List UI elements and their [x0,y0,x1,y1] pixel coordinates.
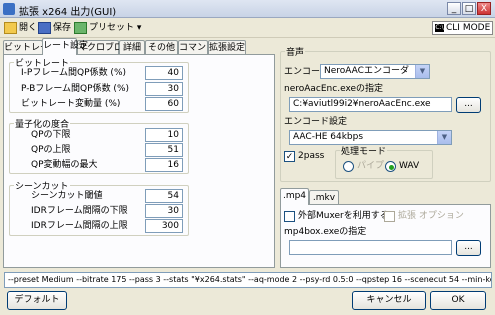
default-button[interactable]: デフォルト [7,291,67,310]
ip-ratio-input[interactable]: 40 [145,66,183,80]
tab-bitrate[interactable]: ビットレート [3,40,58,55]
title-bar: 拡張 x264 出力(GUI) _ □ X [0,0,495,18]
save-button[interactable]: 保存 [36,20,73,36]
qp-min-input[interactable]: 10 [145,128,183,142]
qp-step-label: QP変動幅の最大 [31,160,98,170]
preset-button[interactable]: プリセット ▾ [72,20,143,36]
qp-max-input[interactable]: 51 [145,143,183,157]
scenecut-threshold-label: シーンカット閾値 [31,191,103,201]
ext-option-checkbox[interactable] [384,211,395,222]
chevron-down-icon: ▾ [136,23,142,33]
encode-settings-value: AAC-HE 64kbps [293,132,364,142]
mux-exe-path[interactable] [289,240,452,255]
encode-settings-select[interactable]: AAC-HE 64kbps ▼ [289,130,452,145]
tab-rate-settings[interactable]: レート設定 [42,38,88,55]
audio-encoder-select[interactable]: NeroAACエンコーダ ▼ [320,64,430,79]
preset-label: プリセット [89,23,135,33]
scenecut-threshold-input[interactable]: 54 [145,189,183,203]
mode-legend: 処理モード [341,147,387,157]
bitrate-var-input[interactable]: 60 [145,97,183,111]
pb-ratio-input[interactable]: 30 [145,82,183,96]
qp-min-label: QPの下限 [31,130,71,140]
audio-encoder-value: NeroAACエンコーダ [324,66,409,76]
cancel-button[interactable]: キャンセル [352,291,426,310]
qp-max-label: QPの上限 [31,145,71,155]
cli-icon: C:\ [435,23,444,32]
chevron-down-icon: ▼ [437,131,451,144]
cli-mode-label: CLI MODE [446,23,491,33]
tab-mkv[interactable]: .mkv [309,190,339,205]
external-muxer-label: 外部Muxerを利用する [298,211,389,221]
ok-button[interactable]: OK [430,291,486,310]
tab-other[interactable]: その他 [145,40,178,55]
toolbar: 開く 保存 プリセット ▾ C:\ CLI MODE [0,18,495,38]
tab-mp4[interactable]: .mp4 [280,188,309,205]
minimize-button[interactable]: _ [447,2,461,15]
bitrate-var-label: ビットレート変動量 (%) [21,99,121,109]
audio-browse-button[interactable]: ... [456,97,481,113]
twopass-checkbox[interactable]: ✓ [284,151,295,162]
mode-pipe-radio[interactable] [343,161,354,172]
mode-wav-label: WAV [399,161,420,171]
qp-step-input[interactable]: 16 [145,158,183,172]
ip-ratio-label: I-Pフレーム間QP係数 (%) [21,68,127,78]
tab-detail[interactable]: 詳細 [119,40,145,55]
folder-icon [4,21,17,34]
cli-mode-button[interactable]: C:\ CLI MODE [432,21,493,35]
encode-settings-label: エンコード設定 [284,117,348,127]
maximize-button[interactable]: □ [462,2,476,15]
tab-command[interactable]: コマンド [178,40,215,55]
min-keyint-label: IDRフレーム間隔の下限 [31,206,128,216]
audio-exe-path[interactable]: C:¥aviutl99i2¥neroAacEnc.exe [289,97,452,112]
mux-browse-button[interactable]: ... [456,240,481,256]
chevron-down-icon: ▼ [415,65,429,78]
mode-wav-radio[interactable] [385,161,396,172]
app-icon [3,3,15,15]
save-label: 保存 [53,23,72,33]
command-line-field[interactable]: --preset Medium --bitrate 175 --pass 3 -… [4,272,492,288]
preset-icon [74,21,87,34]
min-keyint-input[interactable]: 30 [145,204,183,218]
open-label: 開く [19,23,38,33]
open-button[interactable]: 開く [2,20,39,36]
pb-ratio-label: P-Bフレーム間QP係数 (%) [21,84,130,94]
twopass-label: 2pass [298,151,325,161]
window-title: 拡張 x264 出力(GUI) [19,7,117,18]
audio-exe-label: neroAacEnc.exeの指定 [284,84,384,94]
tab-extension[interactable]: 拡張設定 [208,40,246,55]
max-keyint-input[interactable]: 300 [145,219,183,233]
audio-legend: 音声 [286,48,305,58]
max-keyint-label: IDRフレーム間隔の上限 [31,221,128,231]
mux-exe-label: mp4box.exeの指定 [284,227,367,237]
ext-option-label: 拡張 オプション [398,211,464,221]
save-icon [38,21,51,34]
external-muxer-checkbox[interactable] [284,211,295,222]
close-button[interactable]: X [477,2,491,15]
mode-pipe-label: パイプ [357,161,385,171]
